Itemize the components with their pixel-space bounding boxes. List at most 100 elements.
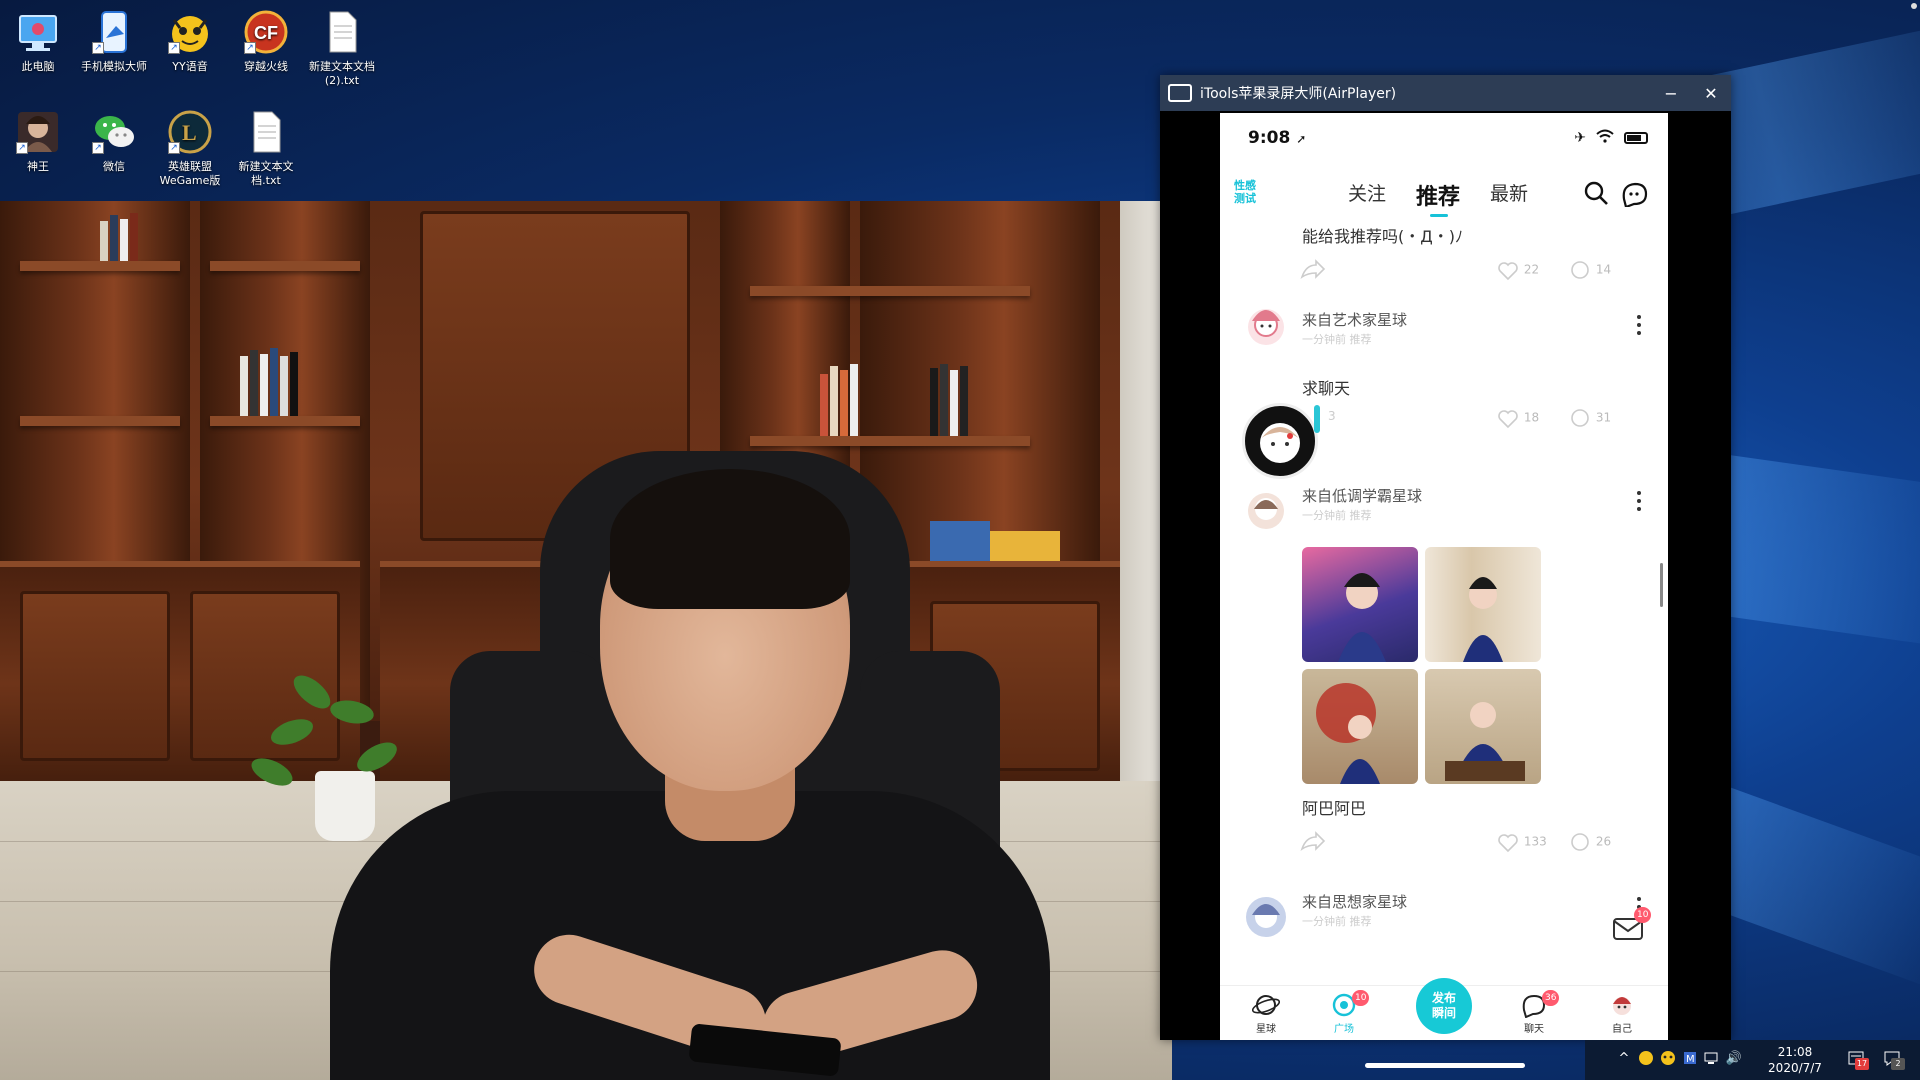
desktop-icon-text-file[interactable]: 新建文本文 档.txt: [228, 108, 304, 188]
shortcut-arrow-icon: ↗: [244, 42, 256, 54]
taskbar-clock[interactable]: 21:08 2020/7/7: [1760, 1044, 1830, 1076]
close-button[interactable]: ✕: [1691, 84, 1731, 103]
comment-icon: [1571, 261, 1589, 279]
post-photo[interactable]: [1425, 547, 1541, 662]
plant-pot: [315, 771, 375, 841]
game-shenwang-icon: ↗: [14, 108, 62, 156]
tab-recommended[interactable]: 推荐: [1416, 179, 1460, 217]
feed-tabs: 关注 推荐 最新: [1348, 179, 1528, 217]
tab-planet[interactable]: 星球: [1236, 990, 1296, 1035]
status-time: 9:08 ➚: [1248, 128, 1307, 148]
like-button[interactable]: 133: [1496, 831, 1566, 855]
post-photo[interactable]: [1302, 669, 1418, 784]
post-text: 能给我推荐吗(・Д・)ﾉ: [1302, 227, 1463, 246]
desktop-icon-label: 穿越火线: [244, 60, 288, 73]
shelf: [750, 436, 1030, 446]
bottom-tab-bar: 星球 广场 10 发布 瞬间 聊天 36 自己: [1220, 978, 1668, 1040]
minimize-button[interactable]: −: [1651, 84, 1691, 103]
action-center-icon[interactable]: 2: [1883, 1050, 1905, 1070]
share-icon[interactable]: [1300, 831, 1326, 853]
author-name: 来自低调学霸星球: [1302, 487, 1423, 505]
post-author[interactable]: 来自思想家星球 一分钟前 推荐: [1244, 885, 1664, 941]
ios-home-indicator[interactable]: [1365, 1063, 1525, 1068]
desktop-icon-wechat[interactable]: ↗ 微信: [76, 108, 152, 174]
shortcut-arrow-icon: ↗: [168, 42, 180, 54]
desktop-icon-label: 此电脑: [21, 60, 55, 73]
desktop-icon-crossfire[interactable]: CF ↗ 穿越火线: [228, 8, 304, 74]
search-icon[interactable]: [1582, 179, 1610, 207]
wechat-icon: ↗: [90, 108, 138, 156]
share-icon[interactable]: [1300, 259, 1326, 281]
post-photo[interactable]: [1302, 547, 1418, 662]
tab-label: 广场: [1334, 1024, 1354, 1035]
person-hair: [610, 469, 850, 609]
corner-indicator: [1911, 3, 1917, 9]
action-center-badge: 2: [1891, 1058, 1905, 1070]
feed: 能给我推荐吗(・Д・)ﾉ 22 14 来自艺术家星球 一分钟前 推荐 求聊天 3…: [1220, 217, 1668, 987]
post-author[interactable]: 来自低调学霸星球 一分钟前 推荐: [1244, 479, 1664, 535]
tab-label: 自己: [1612, 1024, 1632, 1035]
input-method-icon[interactable]: M: [1681, 1050, 1699, 1068]
text-file-icon: [318, 8, 366, 56]
yy-tray-icon[interactable]: [1659, 1050, 1677, 1068]
desktop-icon-yy[interactable]: ↗ YY语音: [152, 8, 228, 74]
svg-text:CF: CF: [254, 23, 278, 43]
desktop-icon-this-pc[interactable]: 此电脑: [0, 8, 76, 74]
chat-bubble-icon[interactable]: [1620, 179, 1648, 209]
mail-icon[interactable]: 10: [1612, 907, 1652, 941]
comment-button[interactable]: 31: [1568, 407, 1628, 431]
desktop-icon-label: 神王: [27, 160, 49, 173]
like-count: 133: [1523, 834, 1547, 849]
post-photo[interactable]: [1425, 669, 1541, 784]
tab-following[interactable]: 关注: [1348, 179, 1386, 211]
itools-window: iTools苹果录屏大师(AirPlayer) − ✕ 9:08 ➚ ✈ 性感 …: [1160, 75, 1731, 1040]
floating-avatar[interactable]: [1242, 403, 1318, 479]
planet-icon: [1251, 992, 1281, 1018]
itools-titlebar[interactable]: iTools苹果录屏大师(AirPlayer) − ✕: [1160, 75, 1731, 111]
more-options-icon[interactable]: [1636, 315, 1642, 337]
crossfire-icon: CF ↗: [242, 8, 290, 56]
heart-icon: [1498, 410, 1518, 429]
network-icon[interactable]: [1703, 1050, 1721, 1068]
more-options-icon[interactable]: [1636, 491, 1642, 513]
comment-button[interactable]: 14: [1568, 259, 1628, 283]
like-button[interactable]: 22: [1496, 259, 1566, 283]
desktop-icon-phone-emulator[interactable]: ↗ 手机模拟大师: [76, 8, 152, 74]
avatar[interactable]: [1244, 303, 1288, 359]
heart-icon: [1498, 834, 1518, 853]
phone-screen: 9:08 ➚ ✈ 性感 测试 关注 推荐 最新 能给我推荐吗(・Д・)ﾉ 22 …: [1220, 113, 1668, 1040]
notification-app-icon[interactable]: 17: [1847, 1050, 1869, 1070]
ios-status-bar: 9:08 ➚ ✈: [1220, 113, 1668, 163]
post-author[interactable]: 来自艺术家星球 一分钟前 推荐: [1244, 303, 1664, 359]
avatar[interactable]: [1244, 885, 1288, 941]
show-hidden-icons-button[interactable]: ^: [1615, 1050, 1633, 1068]
clock-date: 2020/7/7: [1768, 1061, 1822, 1075]
like-count: 18: [1523, 410, 1540, 425]
volume-icon[interactable]: 🔊: [1725, 1050, 1743, 1068]
tab-badge: 10: [1352, 990, 1370, 1006]
desktop-icon-shenwang[interactable]: ↗ 神王: [0, 108, 76, 174]
tab-badge: 36: [1542, 990, 1560, 1006]
books: [240, 346, 340, 416]
tray-app-icon[interactable]: [1637, 1050, 1655, 1068]
post-actions: 22 14: [1300, 257, 1611, 285]
profile-avatar-icon: [1608, 992, 1636, 1018]
tab-me[interactable]: 自己: [1592, 990, 1652, 1035]
app-logo[interactable]: 性感 测试: [1234, 179, 1268, 209]
desktop-icon-label: 新建文本文档 (2).txt: [309, 60, 375, 87]
books: [820, 361, 1020, 436]
scroll-indicator[interactable]: [1660, 563, 1663, 607]
tab-square[interactable]: 广场 10: [1314, 990, 1374, 1035]
tab-chat[interactable]: 聊天 36: [1504, 990, 1564, 1035]
desktop-icon-text-file-2[interactable]: 新建文本文档 (2).txt: [304, 8, 380, 88]
avatar[interactable]: [1244, 479, 1288, 535]
like-button[interactable]: 18: [1496, 407, 1566, 431]
tab-latest[interactable]: 最新: [1490, 179, 1528, 211]
post-text: 求聊天: [1302, 379, 1351, 398]
desktop-icon-label: YY语音: [172, 60, 208, 73]
comment-button[interactable]: 26: [1568, 831, 1628, 855]
shelf: [210, 416, 360, 426]
author-name: 来自思想家星球: [1302, 893, 1408, 911]
desktop-icon-lol[interactable]: L ↗ 英雄联盟 WeGame版: [152, 108, 228, 188]
publish-moment-button[interactable]: 发布 瞬间: [1416, 978, 1472, 1034]
